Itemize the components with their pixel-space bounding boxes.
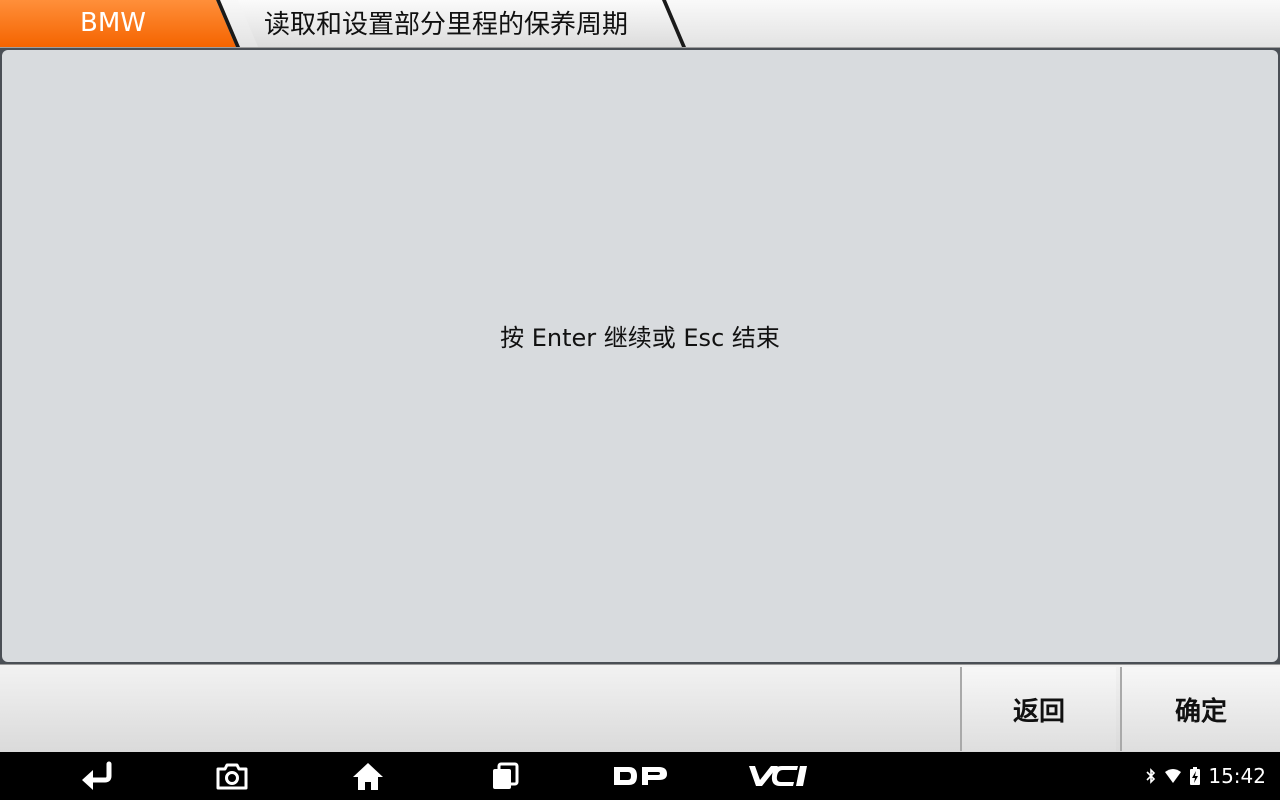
breadcrumb: BMW 读取和设置部分里程的保养周期: [0, 0, 1280, 48]
back-icon[interactable]: [78, 760, 118, 792]
breadcrumb-separator-icon: [662, 0, 686, 47]
wifi-icon: [1165, 769, 1182, 783]
confirm-button[interactable]: 确定: [1120, 667, 1280, 751]
status-area: 15:42: [1146, 752, 1266, 800]
battery-charging-icon: [1190, 767, 1201, 785]
instruction-message: 按 Enter 继续或 Esc 结束: [500, 324, 780, 352]
content-panel: 按 Enter 继续或 Esc 结束: [2, 50, 1278, 662]
camera-icon[interactable]: [214, 760, 250, 792]
vci-icon[interactable]: [744, 760, 810, 792]
breadcrumb-home-label[interactable]: BMW: [0, 0, 236, 47]
bluetooth-icon: [1146, 768, 1156, 784]
page-title: 读取和设置部分里程的保养周期: [264, 10, 629, 40]
recent-apps-icon[interactable]: [488, 760, 522, 792]
dp-icon[interactable]: [610, 760, 670, 792]
home-icon[interactable]: [350, 760, 386, 792]
back-button[interactable]: 返回: [960, 667, 1116, 751]
system-navbar: 15:42: [0, 752, 1280, 800]
breadcrumb-separator-icon: [216, 0, 240, 47]
content-frame: 按 Enter 继续或 Esc 结束: [0, 48, 1280, 664]
action-bar: 返回 确定: [0, 664, 1280, 752]
status-clock: 15:42: [1208, 764, 1266, 788]
